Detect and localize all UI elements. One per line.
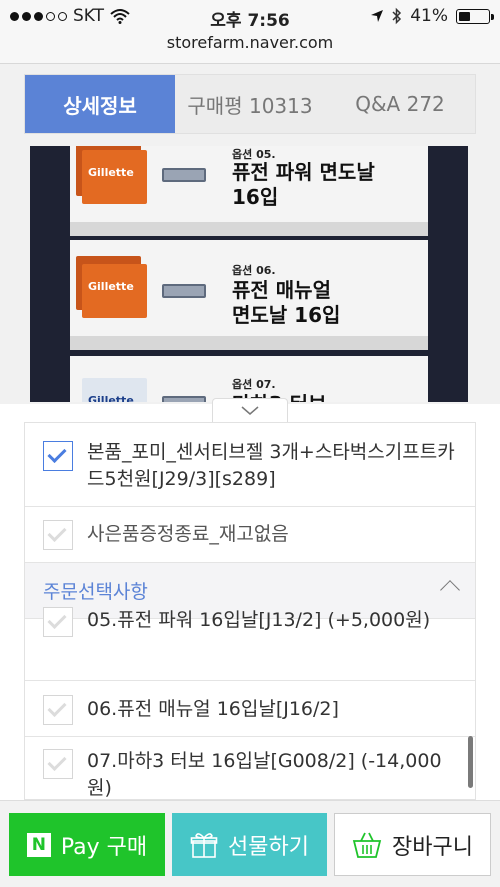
pack-brand: Gillette <box>88 280 134 293</box>
tab-detail[interactable]: 상세정보 <box>25 75 175 133</box>
razor-blade-image <box>162 396 206 402</box>
npay-logo-icon: N <box>26 832 51 857</box>
gift-option-checkbox[interactable] <box>43 520 73 550</box>
url-bar[interactable]: storefarm.naver.com <box>0 34 500 64</box>
gift-option-label: 본품_포미_센서티브젤 3개+스타벅스기프트카드5천원[J29/3][s289] <box>87 441 455 490</box>
panel-divider <box>70 222 428 236</box>
order-option-checkbox[interactable] <box>43 749 73 779</box>
option-title-line1: 퓨전 파워 면도날 <box>232 160 375 184</box>
gift-icon <box>190 832 218 858</box>
scrollbar[interactable] <box>468 736 473 788</box>
cart-button[interactable]: 장바구니 <box>334 813 491 876</box>
razor-blade-image <box>162 284 206 298</box>
tabs-area: 상세정보 구매평 10313 Q&A 272 <box>0 64 500 144</box>
status-bar: SKT 오후 7:56 41% <box>0 0 500 34</box>
panel-divider <box>70 336 428 350</box>
razor-pack-image: Gillette <box>82 264 147 318</box>
pack-brand: Gillette <box>88 394 134 402</box>
gift-option-label: 사은품증정종료_재고없음 <box>87 523 289 545</box>
order-option-label: 06.퓨전 매뉴얼 16입날[J16/2] <box>87 698 339 720</box>
page: SKT 오후 7:56 41% storefarm.naver.com 상세정보… <box>0 0 500 887</box>
collapse-handle[interactable] <box>212 398 288 422</box>
bluetooth-icon <box>392 7 402 25</box>
option-title-line1: 퓨전 매뉴얼 <box>232 278 331 302</box>
order-options-title: 주문선택사항 <box>43 581 148 603</box>
battery-icon <box>456 8 494 24</box>
option-panel-05: Gillette 옵션 05. 퓨전 파워 면도날 16입 <box>70 146 428 222</box>
location-arrow-icon <box>371 10 384 22</box>
pack-brand: Gillette <box>88 166 134 179</box>
gift-option-row[interactable]: 본품_포미_센서티브젤 3개+스타벅스기프트카드5천원[J29/3][s289] <box>25 423 475 507</box>
option-panel-07: Gillette 옵션 07. 마하3 터보 <box>70 356 428 402</box>
npay-buy-label: Pay 구매 <box>60 834 148 860</box>
gift-label: 선물하기 <box>228 834 309 860</box>
order-option-row[interactable]: 07.마하3 터보 16입날[G008/2] (-14,000원) <box>25 737 475 799</box>
razor-pack-image: Gillette <box>82 150 147 204</box>
tab-reviews[interactable]: 구매평 10313 <box>175 75 325 133</box>
product-detail-image: Gillette 옵션 05. 퓨전 파워 면도날 16입 Gillette 옵… <box>0 144 500 422</box>
bottom-action-bar: N Pay 구매 선물하기 장바구니 <box>0 800 500 887</box>
order-option-checkbox[interactable] <box>43 695 73 725</box>
status-right: 41% <box>370 6 494 26</box>
order-option-label: 05.퓨전 파워 16입날[J13/2] (+5,000원) <box>87 609 431 631</box>
order-option-label: 07.마하3 터보 16입날[G008/2] (-14,000원) <box>87 750 442 799</box>
razor-blade-image <box>162 168 206 182</box>
gift-option-row[interactable]: 사은품증정종료_재고없음 <box>25 507 475 563</box>
battery-fill <box>459 11 470 21</box>
url-text: storefarm.naver.com <box>166 33 334 52</box>
chevron-up-icon <box>440 580 460 600</box>
product-tabs: 상세정보 구매평 10313 Q&A 272 <box>24 74 476 134</box>
order-option-row[interactable]: 05.퓨전 파워 16입날[J13/2] (+5,000원) <box>25 607 475 681</box>
gift-button[interactable]: 선물하기 <box>172 813 327 876</box>
basket-icon <box>352 832 382 858</box>
option-sheet: 본품_포미_센서티브젤 3개+스타벅스기프트카드5천원[J29/3][s289]… <box>24 422 476 800</box>
option-title-line2: 면도날 16입 <box>232 303 341 327</box>
option-label: 옵션 06. <box>232 264 276 277</box>
battery-percent: 41% <box>410 6 448 26</box>
option-title-line2: 16입 <box>232 185 279 209</box>
razor-pack-image: Gillette <box>82 378 147 402</box>
order-option-checkbox[interactable] <box>43 607 73 637</box>
tab-qna[interactable]: Q&A 272 <box>325 75 475 133</box>
option-label: 옵션 07. <box>232 378 276 391</box>
gift-option-checkbox[interactable] <box>43 441 73 471</box>
npay-buy-button[interactable]: N Pay 구매 <box>9 813 165 876</box>
order-option-row[interactable]: 06.퓨전 매뉴얼 16입날[J16/2] <box>25 681 475 737</box>
product-image-frame: Gillette 옵션 05. 퓨전 파워 면도날 16입 Gillette 옵… <box>30 146 468 402</box>
cart-label: 장바구니 <box>392 834 473 860</box>
option-panel-06: Gillette 옵션 06. 퓨전 매뉴얼 면도날 16입 <box>70 240 428 336</box>
chevron-down-icon <box>241 405 259 415</box>
